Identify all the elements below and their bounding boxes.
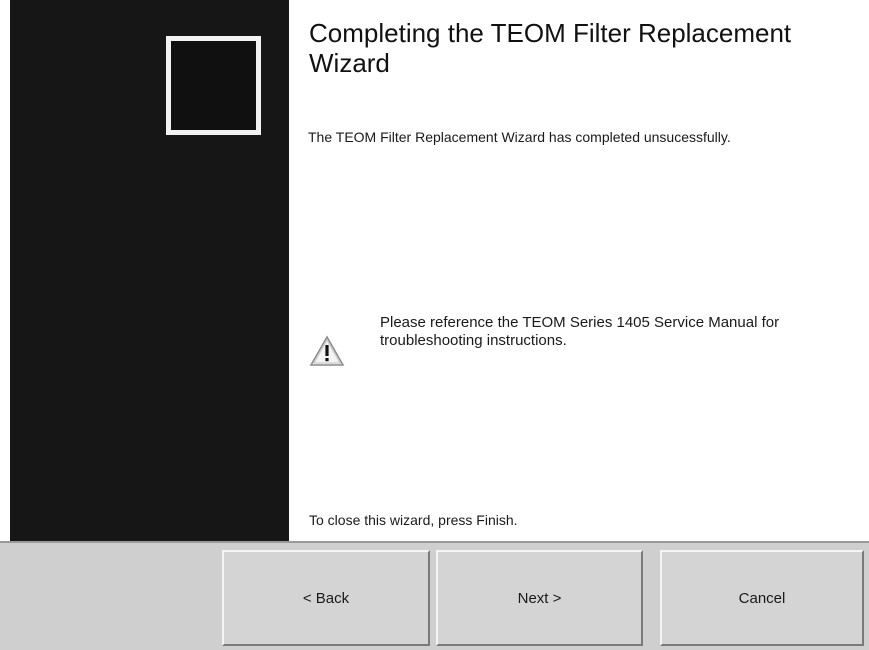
back-button[interactable]: < Back: [222, 550, 430, 646]
next-button[interactable]: Next >: [436, 550, 643, 646]
wizard-side-panel: [10, 0, 289, 541]
warning-icon: [309, 334, 345, 368]
wizard-button-bar: < Back Next > Cancel: [0, 541, 869, 650]
wizard-logo-frame: [166, 36, 261, 135]
wizard-content: Completing the TEOM Filter Replacement W…: [289, 0, 869, 541]
cancel-button[interactable]: Cancel: [660, 550, 864, 646]
warning-message: Please reference the TEOM Series 1405 Se…: [380, 314, 780, 349]
wizard-screen: Completing the TEOM Filter Replacement W…: [0, 0, 869, 650]
wizard-title: Completing the TEOM Filter Replacement W…: [309, 18, 792, 78]
completion-status-text: The TEOM Filter Replacement Wizard has c…: [308, 129, 731, 145]
close-hint-text: To close this wizard, press Finish.: [309, 512, 518, 528]
